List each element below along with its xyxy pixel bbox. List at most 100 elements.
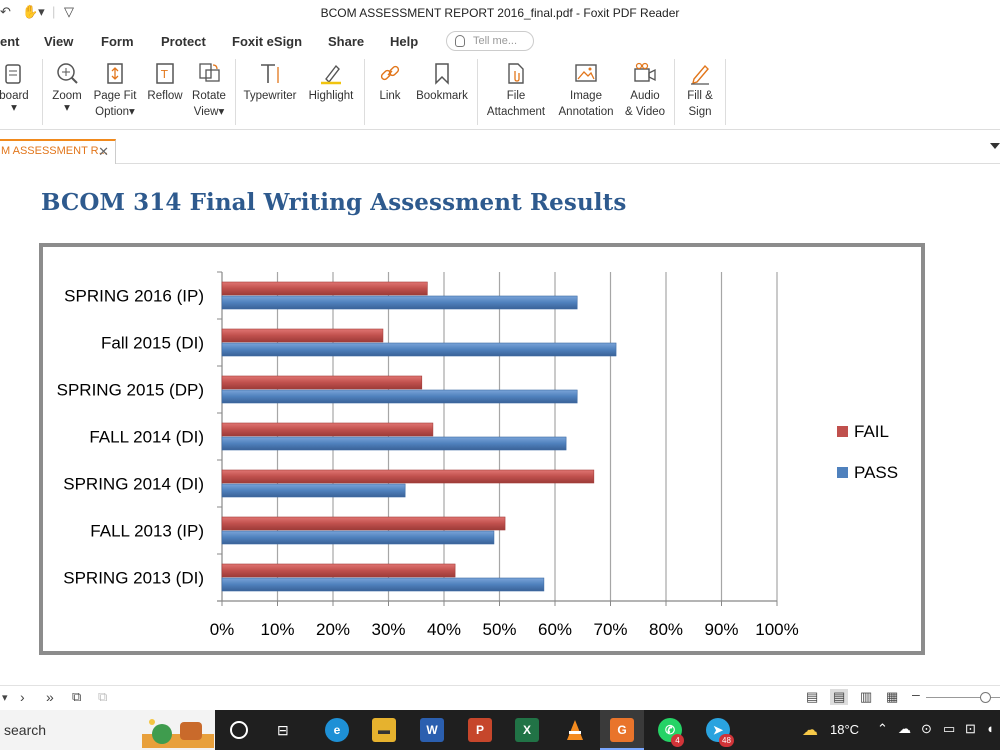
whatsapp-unread-badge: 4	[671, 734, 684, 747]
vlc-icon[interactable]	[563, 718, 587, 742]
excel-icon[interactable]: X	[515, 718, 539, 742]
word-icon[interactable]: W	[420, 718, 444, 742]
onedrive-icon[interactable]: ☁	[898, 721, 911, 737]
rotate-view-icon	[199, 63, 220, 82]
search-highlight-illustration-icon	[142, 719, 214, 748]
fail-bar	[221, 563, 456, 578]
zoom-icon	[57, 63, 78, 84]
temperature-readout[interactable]: 18°C	[830, 722, 859, 737]
category-label: FALL 2013 (IP)	[90, 522, 204, 541]
foxit-taskbar-button[interactable]: G	[600, 710, 644, 750]
menu-view[interactable]: View	[44, 34, 73, 49]
ribbon-separator	[364, 59, 365, 125]
document-view[interactable]: BCOM 314 Final Writing Assessment Result…	[0, 165, 1000, 685]
page-fit-label-1: Page Fit	[93, 90, 137, 102]
x-tick-label: 30%	[371, 620, 405, 639]
zoom-button[interactable]: Zoom ▾	[47, 55, 87, 130]
image-annotation-icon	[575, 64, 597, 82]
pass-legend-swatch	[837, 467, 848, 478]
fill-sign-icon	[691, 64, 709, 85]
highlight-button[interactable]: Highlight	[303, 55, 359, 130]
x-tick-label: 40%	[427, 620, 461, 639]
page-fit-option-button[interactable]: Page Fit Option▾	[89, 55, 141, 130]
file-attachment-button[interactable]: File Attachment	[483, 55, 549, 130]
zoom-slider-handle[interactable]	[980, 692, 991, 703]
status-bar: ▾ › » ⧉ ⧉ ▤ ▤ ▥ ▦ –	[0, 685, 1000, 710]
document-tab[interactable]: M ASSESSMENT R... ✕	[0, 139, 116, 164]
edge-icon[interactable]: e	[325, 718, 349, 742]
menu-foxit-esign[interactable]: Foxit eSign	[232, 34, 302, 49]
file-explorer-icon[interactable]: ▬	[372, 718, 396, 742]
pass-bar	[221, 295, 578, 310]
clipboard-button[interactable]: board ▾	[0, 55, 34, 130]
reflow-label: Reflow	[147, 90, 183, 102]
audio-video-button[interactable]: Audio & Video	[622, 55, 668, 130]
bookmark-button[interactable]: Bookmark	[413, 55, 471, 130]
tell-me-input[interactable]: Tell me...	[446, 31, 534, 51]
menu-share[interactable]: Share	[328, 34, 364, 49]
duplicate-view-icon[interactable]: ⧉	[72, 689, 81, 705]
task-view-icon[interactable]	[230, 721, 248, 739]
title-bar: ↶ ✋▾ | ▽ BCOM ASSESSMENT REPORT 2016_fin…	[0, 0, 1000, 27]
show-hidden-icons-icon[interactable]: ⌃	[877, 721, 888, 737]
powerpoint-icon[interactable]: P	[468, 718, 492, 742]
ribbon-separator	[42, 59, 43, 125]
ribbon-separator	[477, 59, 478, 125]
page-fit-label-2: Option▾	[95, 106, 135, 118]
tell-me-placeholder: Tell me...	[473, 35, 518, 47]
widgets-icon[interactable]: ⊟	[277, 722, 289, 739]
battery-icon[interactable]: ▭	[943, 721, 955, 737]
audio-video-label-1: Audio	[630, 90, 660, 102]
meet-now-icon[interactable]: ⊙	[921, 721, 932, 737]
menu-help[interactable]: Help	[390, 34, 418, 49]
window-title: BCOM ASSESSMENT REPORT 2016_final.pdf - …	[320, 6, 680, 20]
rotate-label-2: View▾	[193, 106, 225, 118]
menu-protect[interactable]: Protect	[161, 34, 206, 49]
weather-icon[interactable]: ☁	[802, 720, 818, 740]
single-page-view-icon[interactable]: ▤	[806, 689, 818, 705]
tab-list-dropdown-icon[interactable]	[990, 143, 1000, 149]
foxit-reader-icon: G	[610, 718, 634, 742]
volume-icon[interactable]: ◖	[986, 721, 994, 736]
page-dropdown-icon[interactable]: ▾	[2, 691, 8, 704]
typewriter-button[interactable]: Typewriter	[241, 55, 299, 130]
continuous-facing-view-icon[interactable]: ▦	[886, 689, 898, 705]
network-icon[interactable]: ⊡	[965, 721, 976, 737]
fill-sign-label-1: Fill &	[687, 90, 713, 102]
bookmark-label: Bookmark	[416, 90, 468, 102]
fail-bar	[221, 375, 423, 390]
x-tick-label: 80%	[649, 620, 683, 639]
facing-view-icon[interactable]: ▥	[860, 689, 872, 705]
pass-bar	[221, 389, 578, 404]
x-tick-label: 60%	[538, 620, 572, 639]
rotate-view-button[interactable]: Rotate View▾	[188, 55, 230, 130]
pass-bar	[221, 577, 545, 592]
pass-legend-label: PASS	[854, 463, 898, 482]
x-tick-label: 20%	[316, 620, 350, 639]
category-label: SPRING 2013 (DI)	[63, 569, 204, 588]
x-tick-label: 100%	[755, 620, 798, 639]
audio-video-icon	[634, 62, 656, 82]
fail-bar	[221, 516, 506, 531]
page-fit-icon	[107, 63, 123, 84]
menu-form[interactable]: Form	[101, 34, 134, 49]
taskbar-search-box[interactable]: search	[0, 710, 215, 750]
last-page-icon[interactable]: »	[46, 689, 54, 705]
document-heading: BCOM 314 Final Writing Assessment Result…	[41, 189, 627, 216]
reflow-button[interactable]: T Reflow	[145, 55, 185, 130]
fill-sign-button[interactable]: Fill & Sign	[680, 55, 720, 130]
link-button[interactable]: Link	[370, 55, 410, 130]
highlight-label: Highlight	[308, 90, 354, 102]
split-view-icon[interactable]: ⧉	[98, 689, 107, 705]
close-tab-icon[interactable]: ✕	[98, 141, 109, 162]
image-annotation-label-1: Image	[570, 90, 602, 102]
highlight-icon	[321, 64, 341, 85]
continuous-view-icon[interactable]: ▤	[830, 689, 849, 705]
zoom-out-icon[interactable]: –	[912, 686, 920, 702]
image-annotation-label-2: Annotation	[558, 106, 614, 118]
next-page-icon[interactable]: ›	[20, 689, 25, 705]
x-tick-label: 0%	[210, 620, 235, 639]
pass-bar	[221, 530, 495, 545]
menu-comment[interactable]: ent	[0, 34, 20, 49]
image-annotation-button[interactable]: Image Annotation	[553, 55, 619, 130]
